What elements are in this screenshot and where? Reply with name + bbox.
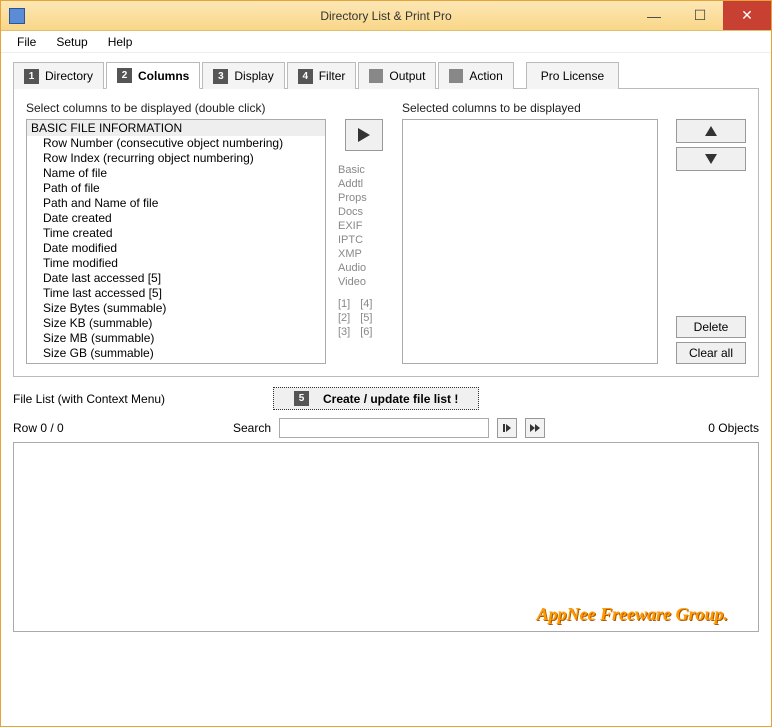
category-link[interactable]: EXIF [334,219,394,233]
list-item[interactable]: Size MB (summable) [27,331,325,346]
category-link[interactable]: Docs [334,205,394,219]
footnote-ref[interactable]: [1] [338,297,350,311]
list-item[interactable]: Date last accessed [5] [27,271,325,286]
list-header: BASIC FILE INFORMATION [27,120,325,136]
objects-count: 0 Objects [708,421,759,435]
available-columns-list[interactable]: BASIC FILE INFORMATIONRow Number (consec… [26,119,326,364]
list-item[interactable]: Row Number (consecutive object numbering… [27,136,325,151]
available-columns-label: Select columns to be displayed (double c… [26,101,326,115]
tab-num: 4 [298,69,313,84]
tab-filter[interactable]: 4 Filter [287,62,357,89]
columns-panel: Select columns to be displayed (double c… [13,89,759,377]
tab-num: 1 [24,69,39,84]
list-item[interactable]: Size Bytes (summable) [27,301,325,316]
list-item[interactable]: Size KB (summable) [27,316,325,331]
list-item[interactable]: Time created [27,226,325,241]
maximize-button[interactable]: ☐ [677,1,723,30]
list-item[interactable]: Row Index (recurring object numbering) [27,151,325,166]
menu-setup[interactable]: Setup [46,33,97,51]
create-label: Create / update file list ! [323,392,458,406]
list-item[interactable]: Time last accessed [5] [27,286,325,301]
search-next-button[interactable] [497,418,517,438]
tab-label: Action [469,69,502,83]
menubar: File Setup Help [1,31,771,53]
triangle-down-icon [705,154,717,164]
list-item[interactable]: Date created [27,211,325,226]
selected-columns-label: Selected columns to be displayed [402,101,658,115]
create-update-button[interactable]: 5 Create / update file list ! [273,387,479,410]
delete-button[interactable]: Delete [676,316,746,338]
category-link[interactable]: Audio [334,261,394,275]
footnote-ref[interactable]: [5] [360,311,372,325]
list-item[interactable]: File Type (filename extension) [27,361,325,364]
footnote-ref[interactable]: [4] [360,297,372,311]
tab-label: Output [389,69,425,83]
menu-file[interactable]: File [7,33,46,51]
tab-num: 2 [117,68,132,83]
menu-help[interactable]: Help [98,33,143,51]
list-item[interactable]: Date modified [27,241,325,256]
titlebar: Directory List & Print Pro — ☐ ✕ [1,1,771,31]
tab-directory[interactable]: 1 Directory [13,62,104,89]
file-list-label: File List (with Context Menu) [13,392,263,406]
triangle-up-icon [705,126,717,136]
clear-all-button[interactable]: Clear all [676,342,746,364]
footnote-ref[interactable]: [3] [338,325,350,339]
selected-columns-list[interactable] [402,119,658,364]
list-item[interactable]: Name of file [27,166,325,181]
tab-pro-license[interactable]: Pro License [526,62,619,89]
play-icon [358,128,370,142]
footnote-ref[interactable]: [6] [360,325,372,339]
move-up-button[interactable] [676,119,746,143]
tab-label: Display [234,69,273,83]
move-down-button[interactable] [676,147,746,171]
play-icon [503,424,511,432]
window-controls: — ☐ ✕ [631,1,771,30]
close-button[interactable]: ✕ [723,1,771,30]
gear-icon [449,69,463,83]
row-counter: Row 0 / 0 [13,421,213,435]
search-label: Search [221,421,271,435]
tab-action[interactable]: Action [438,62,513,89]
category-link[interactable]: Addtl [334,177,394,191]
forward-icon [530,424,540,432]
tab-label: Pro License [541,69,604,83]
category-link[interactable]: Props [334,191,394,205]
list-item[interactable]: Time modified [27,256,325,271]
category-links: BasicAddtlPropsDocsEXIFIPTCXMPAudioVideo [334,163,394,289]
step-num: 5 [294,391,309,406]
list-item[interactable]: Size GB (summable) [27,346,325,361]
tab-label: Columns [138,69,189,83]
tab-output[interactable]: Output [358,62,436,89]
app-icon [9,8,25,24]
tab-columns[interactable]: 2 Columns [106,62,200,89]
search-input[interactable] [279,418,489,438]
tab-bar: 1 Directory 2 Columns 3 Display 4 Filter… [13,61,759,89]
category-link[interactable]: Basic [334,163,394,177]
add-column-button[interactable] [345,119,383,151]
category-link[interactable]: XMP [334,247,394,261]
tab-display[interactable]: 3 Display [202,62,284,89]
footnote-refs: [1][2][3] [4][5][6] [334,297,394,339]
tab-label: Directory [45,69,93,83]
list-item[interactable]: Path of file [27,181,325,196]
list-item[interactable]: Path and Name of file [27,196,325,211]
watermark: AppNee Freeware Group. [537,604,729,625]
footnote-ref[interactable]: [2] [338,311,350,325]
tab-num: 3 [213,69,228,84]
tab-label: Filter [319,69,346,83]
category-link[interactable]: IPTC [334,233,394,247]
output-icon [369,69,383,83]
minimize-button[interactable]: — [631,1,677,30]
search-last-button[interactable] [525,418,545,438]
category-link[interactable]: Video [334,275,394,289]
file-list-area[interactable]: AppNee Freeware Group. [13,442,759,632]
